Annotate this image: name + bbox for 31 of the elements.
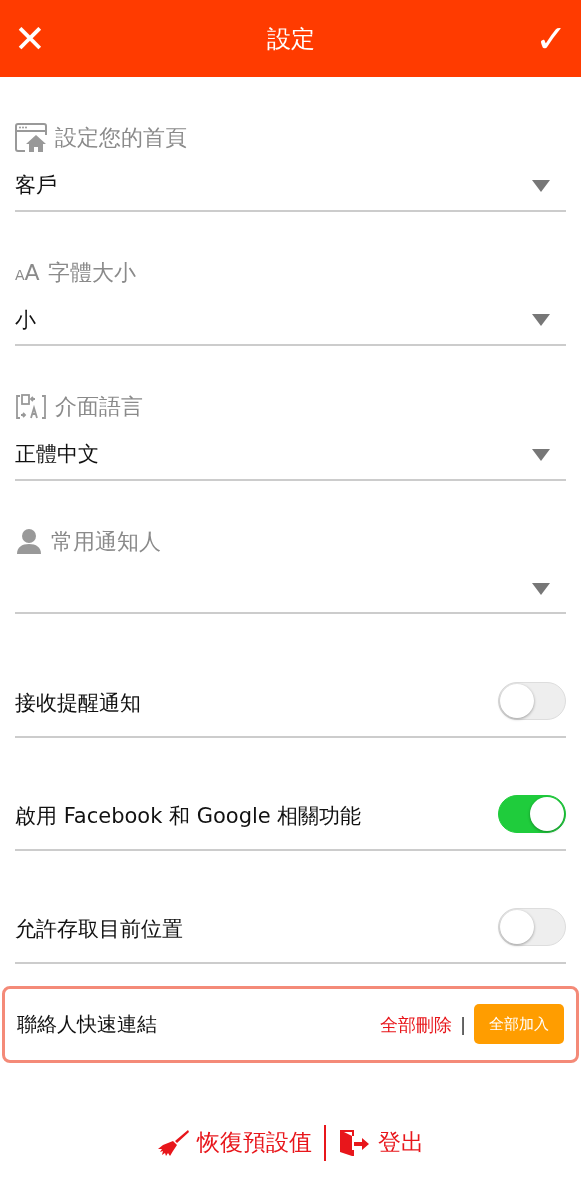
browser-home-icon	[15, 122, 47, 153]
toggle-switch[interactable]	[498, 907, 566, 946]
toggle-switch[interactable]	[498, 681, 566, 720]
toggle-label: 接收提醒通知	[15, 690, 141, 717]
separator-text: |	[459, 1012, 466, 1037]
translate-icon	[15, 391, 47, 422]
person-icon	[15, 528, 43, 554]
select-field[interactable]: 正體中文	[15, 439, 566, 481]
toggle-label: 允許存取目前位置	[15, 916, 183, 943]
toggle-switch[interactable]	[498, 794, 566, 833]
logout-button[interactable]: 登出	[338, 1125, 424, 1160]
page-title: 設定	[266, 23, 315, 55]
reset-button[interactable]: 恢復預設值	[157, 1125, 312, 1160]
dropdown-arrow-icon	[532, 314, 550, 327]
toggle-label: 啟用 Facebook 和 Google 相關功能	[15, 803, 362, 830]
dropdown-arrow-icon	[532, 448, 550, 461]
select-field[interactable]: 小	[15, 304, 566, 346]
confirm-button[interactable]: ✓	[521, 19, 581, 58]
select-field[interactable]: 客戶	[15, 170, 566, 212]
field-label: 介面語言	[55, 393, 143, 421]
dropdown-arrow-icon	[532, 582, 550, 595]
delete-all-link[interactable]: 全部刪除	[379, 1010, 452, 1038]
field-label: 設定您的首頁	[55, 124, 187, 152]
field-label: 常用通知人	[51, 527, 161, 556]
font-size-icon: AA	[15, 255, 40, 289]
dropdown-arrow-icon	[532, 179, 550, 192]
panel-label: 聯絡人快速連結	[17, 1011, 157, 1038]
field-label: 字體大小	[47, 258, 136, 287]
broom-icon	[157, 1128, 189, 1157]
exit-door-icon	[338, 1127, 370, 1158]
close-button[interactable]: ✕	[0, 19, 60, 58]
